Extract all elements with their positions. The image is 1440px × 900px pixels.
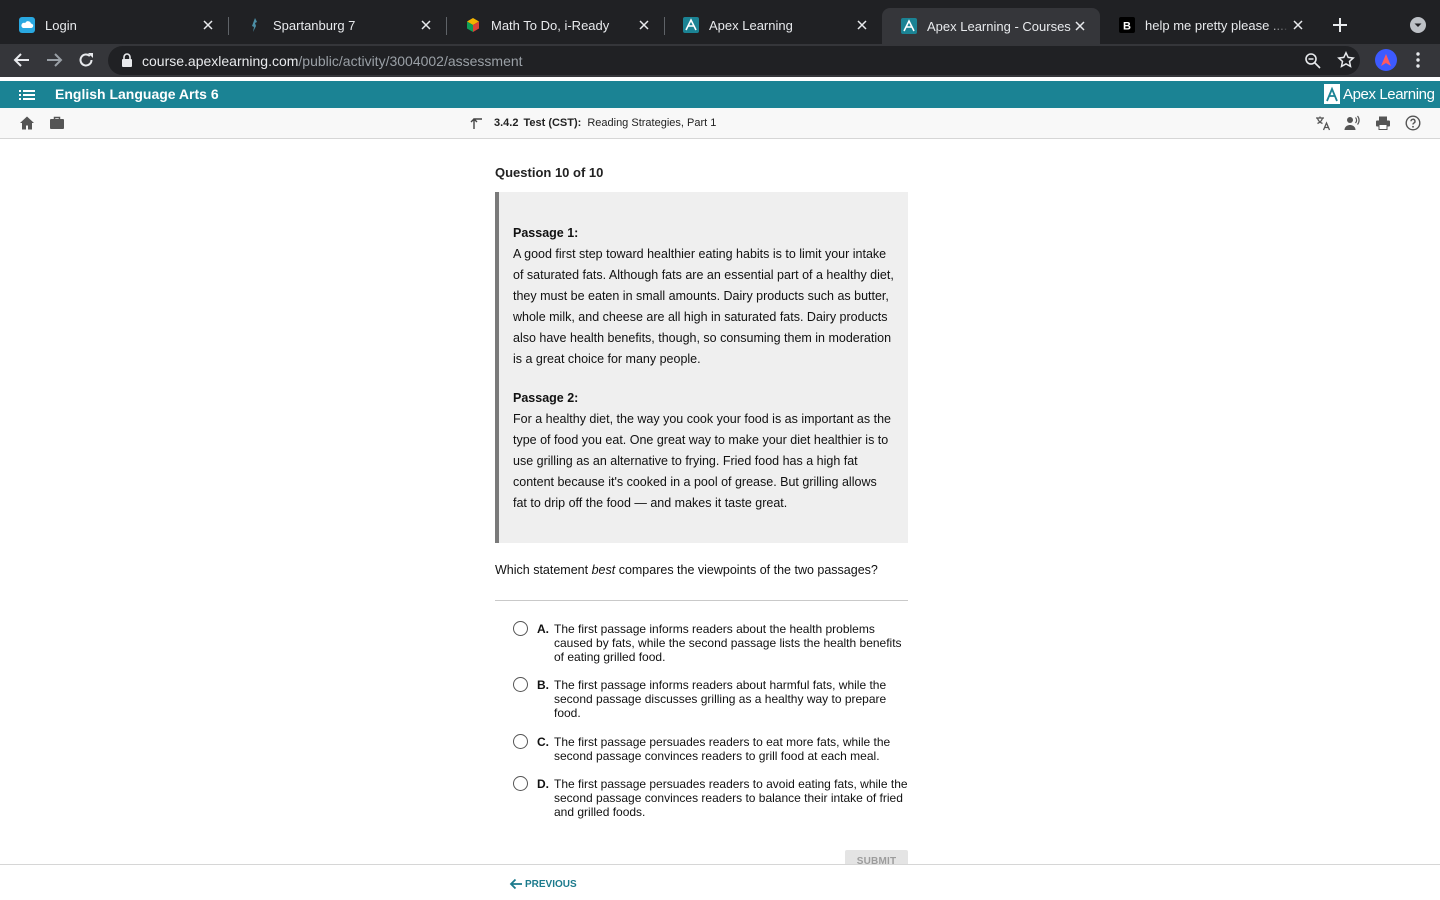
choice-letter: B.: [537, 678, 549, 692]
browser-menu-icon[interactable]: [1410, 51, 1426, 69]
activity-type: Test (CST):: [523, 117, 582, 129]
up-arrow-icon[interactable]: [470, 116, 484, 130]
previous-label: PREVIOUS: [525, 878, 577, 890]
passage-text: For a healthy diet, the way you cook you…: [513, 412, 891, 510]
back-arrow-icon[interactable]: [12, 50, 32, 70]
tab-apex-learning[interactable]: Apex Learning: [664, 8, 882, 42]
course-title: English Language Arts 6: [55, 86, 219, 102]
tab-apex-courses[interactable]: Apex Learning - Courses: [882, 8, 1100, 44]
radio-button[interactable]: [513, 776, 528, 791]
choice-text: The first passage informs readers about …: [554, 678, 887, 720]
activity-name: Reading Strategies, Part 1: [587, 117, 717, 129]
passage-1: Passage 1: A good first step toward heal…: [513, 223, 894, 370]
tab-title: help me pretty please .... h: [1145, 17, 1290, 33]
browser-toolbar: course.apexlearning.com/public/activity/…: [0, 44, 1440, 77]
choice-letter: C.: [537, 735, 549, 749]
close-tab-icon[interactable]: [1290, 17, 1306, 33]
close-tab-icon[interactable]: [854, 17, 870, 33]
passage-title: Passage 2:: [513, 391, 579, 405]
choice-text: The first passage persuades readers to a…: [554, 777, 908, 819]
reload-icon[interactable]: [76, 50, 96, 70]
answer-choice-c[interactable]: C. The first passage persuades readers t…: [513, 734, 908, 763]
url-host: course.apexlearning.com: [142, 53, 299, 69]
activity-number: 3.4.2: [494, 117, 519, 129]
close-tab-icon[interactable]: [418, 17, 434, 33]
choice-letter: A.: [537, 622, 549, 636]
close-tab-icon[interactable]: [200, 17, 216, 33]
tab-iready[interactable]: Math To Do, i-Ready: [446, 8, 665, 42]
tab-search-icon[interactable]: [1409, 16, 1427, 34]
home-icon[interactable]: [19, 115, 35, 131]
radio-button[interactable]: [513, 734, 528, 749]
close-tab-icon[interactable]: [636, 17, 652, 33]
brand-name: Apex Learning: [1343, 85, 1435, 103]
url-text[interactable]: course.apexlearning.com/public/activity/…: [142, 53, 523, 69]
zoom-icon[interactable]: [1304, 52, 1321, 69]
apex-icon: [901, 18, 917, 34]
prompt-emphasis: best: [591, 563, 616, 577]
prompt-end: compares the viewpoints of the two passa…: [615, 563, 878, 577]
help-icon[interactable]: [1405, 115, 1421, 131]
choice-text: The first passage informs readers about …: [554, 622, 902, 664]
forward-arrow-icon[interactable]: [44, 50, 64, 70]
address-bar[interactable]: course.apexlearning.com/public/activity/…: [108, 46, 1360, 75]
briefcase-icon[interactable]: [49, 115, 65, 131]
previous-button[interactable]: PREVIOUS: [509, 877, 577, 891]
cloud-icon: [19, 17, 35, 33]
left-arrow-icon: [509, 877, 523, 891]
choice-text: The first passage persuades readers to e…: [554, 735, 891, 763]
browser-tab-strip: Login Spartanburg 7 Math To Do, i-Ready …: [0, 0, 1440, 44]
translate-icon[interactable]: [1315, 115, 1331, 131]
tab-title: Spartanburg 7: [273, 17, 356, 33]
tab-title: Apex Learning: [709, 17, 793, 33]
answer-choice-d[interactable]: D. The first passage persuades readers t…: [513, 776, 908, 819]
question-counter: Question 10 of 10: [495, 165, 604, 180]
question-prompt: Which statement best compares the viewpo…: [495, 563, 878, 577]
answer-choice-a[interactable]: A. The first passage informs readers abo…: [513, 621, 908, 664]
cube-icon: [465, 17, 481, 33]
brainly-icon: B: [1119, 17, 1135, 33]
apex-brand: Apex Learning: [1324, 84, 1435, 104]
choice-letter: D.: [537, 777, 549, 791]
radio-button[interactable]: [513, 677, 528, 692]
close-tab-icon[interactable]: [1072, 18, 1088, 34]
new-tab-icon[interactable]: [1330, 15, 1350, 35]
tab-title: Apex Learning - Courses: [927, 18, 1071, 34]
lock-icon[interactable]: [121, 53, 133, 67]
url-path: /public/activity/3004002/assessment: [298, 53, 523, 69]
answer-choice-b[interactable]: B. The first passage informs readers abo…: [513, 677, 908, 720]
tab-brainly[interactable]: B help me pretty please .... h: [1100, 8, 1318, 42]
print-icon[interactable]: [1375, 115, 1391, 131]
tab-title: Math To Do, i-Ready: [491, 17, 610, 33]
passage-box: Passage 1: A good first step toward heal…: [495, 192, 908, 543]
read-aloud-icon[interactable]: [1344, 115, 1360, 131]
tab-spartanburg[interactable]: Spartanburg 7: [228, 8, 447, 42]
tab-title: Login: [45, 17, 77, 33]
svg-text:B: B: [1123, 21, 1131, 33]
divider: [495, 600, 908, 601]
list-menu-icon[interactable]: [19, 88, 35, 102]
passage-2: Passage 2: For a healthy diet, the way y…: [513, 388, 894, 514]
apex-icon: [683, 17, 699, 33]
activity-bar: 3.4.2 Test (CST): Reading Strategies, Pa…: [0, 108, 1440, 139]
activity-title: 3.4.2 Test (CST): Reading Strategies, Pa…: [470, 116, 716, 130]
passage-text: A good first step toward healthier eatin…: [513, 247, 894, 366]
tab-login[interactable]: Login: [0, 8, 229, 42]
prompt-start: Which statement: [495, 563, 592, 577]
bookmark-star-icon[interactable]: [1337, 51, 1355, 69]
radio-button[interactable]: [513, 621, 528, 636]
spartan-icon: [247, 17, 263, 33]
course-header: English Language Arts 6 Apex Learning: [0, 81, 1440, 108]
passage-title: Passage 1:: [513, 226, 579, 240]
footer-nav: PREVIOUS: [0, 864, 1440, 900]
profile-avatar[interactable]: [1375, 49, 1397, 71]
apex-logo-icon: [1324, 84, 1340, 104]
